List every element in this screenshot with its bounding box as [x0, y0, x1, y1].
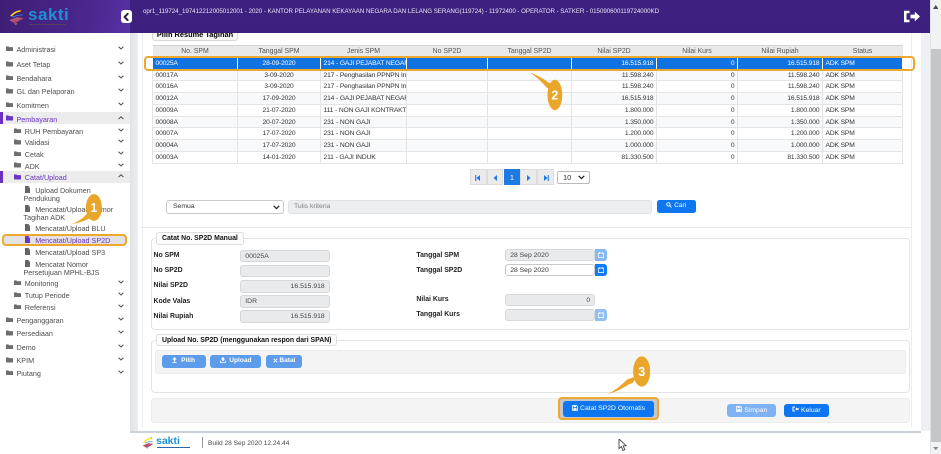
svg-text:1: 1 [90, 201, 97, 215]
svg-text:3: 3 [638, 365, 645, 379]
svg-text:2: 2 [551, 89, 558, 103]
